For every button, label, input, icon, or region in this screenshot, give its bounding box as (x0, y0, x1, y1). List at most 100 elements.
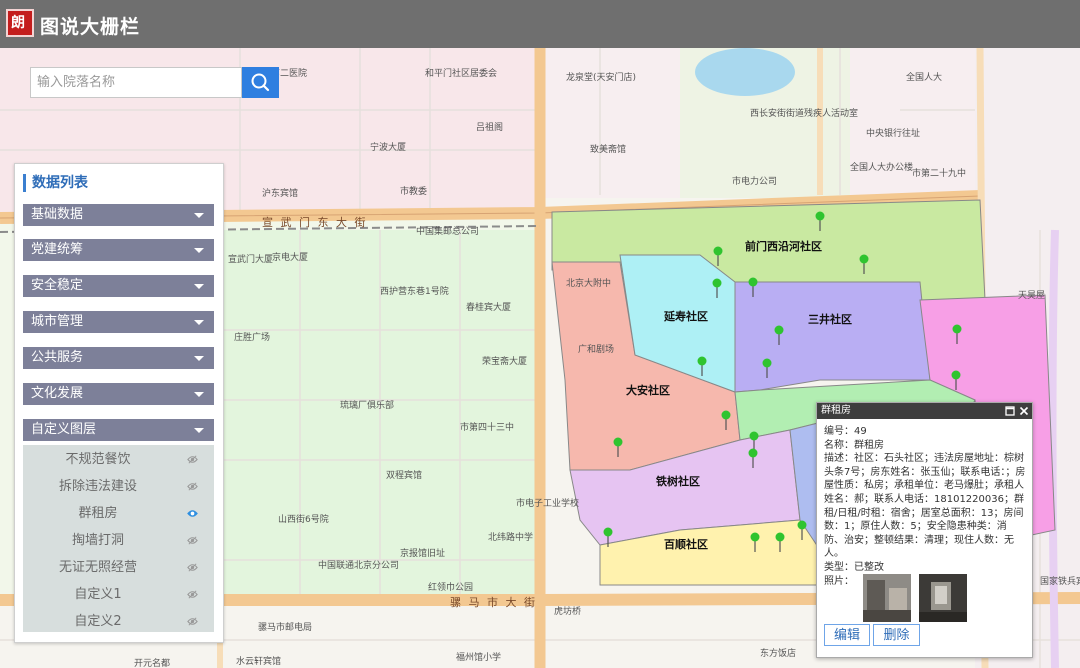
eye-icon[interactable] (187, 535, 198, 546)
poi-label: 广和剧场 (578, 345, 615, 355)
poi-label: 市电子工业学校 (516, 499, 580, 509)
map-pin-icon[interactable] (750, 532, 760, 552)
map-pin-icon[interactable] (815, 211, 825, 231)
poi-label: 红领巾公园 (428, 583, 474, 593)
poi-label: 沪东宾馆 (262, 189, 299, 199)
chevron-down-icon (194, 428, 204, 433)
photo-thumbnail[interactable] (863, 574, 911, 622)
poi-label: 全国人大办公楼 (850, 163, 914, 173)
eye-icon[interactable] (187, 616, 198, 627)
poi-label: 和平门社区居委会 (425, 69, 498, 79)
layer-label: 群租房 (78, 506, 118, 521)
category-city-management[interactable]: 城市管理 (23, 311, 214, 333)
map-pin-icon[interactable] (748, 277, 758, 297)
close-icon[interactable] (1019, 406, 1029, 416)
eye-icon[interactable] (187, 454, 198, 465)
community-label[interactable]: 大安社区 (626, 382, 670, 398)
category-public-service[interactable]: 公共服务 (23, 347, 214, 369)
search-button[interactable] (242, 67, 279, 98)
poi-label: 山西街6号院 (278, 515, 329, 525)
category-custom-layers[interactable]: 自定义图层 (23, 419, 214, 441)
poi-label: 中央银行往址 (866, 129, 921, 139)
search-box (30, 67, 243, 98)
map-pin-icon[interactable] (748, 448, 758, 468)
map-pin-icon[interactable] (603, 527, 613, 547)
category-label: 基础数据 (31, 207, 84, 222)
layer-label: 拆除违法建设 (58, 479, 137, 494)
data-list-panel: 数据列表 基础数据 党建统筹 安全稳定 城市管理 公共服务 文化发展 自定义图层… (14, 163, 224, 643)
chevron-down-icon (194, 284, 204, 289)
map-pin-icon[interactable] (774, 325, 784, 345)
map-pin-icon[interactable] (952, 324, 962, 344)
map-pin-icon[interactable] (951, 370, 961, 390)
layer-item[interactable]: 自定义1 (23, 581, 214, 608)
map-pin-icon[interactable] (797, 520, 807, 540)
eye-icon[interactable] (187, 562, 198, 573)
app-logo: 朗 (6, 9, 34, 37)
layer-item[interactable]: 拆除违法建设 (23, 473, 214, 500)
poi-label: 市教委 (400, 187, 428, 197)
poi-label: 龙泉堂(天安门店) (566, 73, 637, 83)
layer-item[interactable]: 无证无照经营 (23, 554, 214, 581)
category-culture-development[interactable]: 文化发展 (23, 383, 214, 405)
poi-label: 春桂宾大厦 (466, 303, 512, 313)
community-label[interactable]: 铁树社区 (656, 473, 700, 489)
layer-label: 自定义1 (74, 587, 122, 602)
community-label[interactable]: 延寿社区 (664, 308, 708, 324)
layer-item[interactable]: 掏墙打洞 (23, 527, 214, 554)
poi-label: 北京大附中 (566, 279, 612, 289)
category-label: 公共服务 (31, 350, 84, 365)
community-label[interactable]: 前门西沿河社区 (745, 238, 822, 254)
poi-label: 西长安街街道残疾人活动室 (750, 109, 859, 119)
search-icon (251, 73, 270, 92)
delete-button[interactable]: 删除 (873, 624, 920, 646)
popup-title: 群租房 (821, 405, 851, 416)
community-label[interactable]: 百顺社区 (664, 536, 708, 552)
maximize-icon[interactable] (1005, 406, 1015, 416)
poi-label: 双程宾馆 (386, 471, 423, 481)
poi-label: 庄胜广场 (234, 333, 271, 343)
poi-label: 市第二十九中 (912, 169, 967, 179)
category-safety-stability[interactable]: 安全稳定 (23, 275, 214, 297)
poi-label: 全国人大 (906, 73, 943, 83)
map-pin-icon[interactable] (697, 356, 707, 376)
layer-item[interactable]: 自定义2 (23, 608, 214, 635)
poi-label: 致美斋馆 (590, 145, 627, 155)
map-pin-icon[interactable] (721, 410, 731, 430)
poi-label: 京电大厦 (272, 253, 309, 263)
layer-item[interactable]: 不规范餐饮 (23, 446, 214, 473)
panel-title: 数据列表 (23, 174, 88, 192)
category-basic-data[interactable]: 基础数据 (23, 204, 214, 226)
poi-label: 虎坊桥 (554, 607, 582, 617)
chevron-down-icon (194, 320, 204, 325)
category-label: 自定义图层 (31, 422, 97, 437)
map-pin-icon[interactable] (762, 358, 772, 378)
poi-label: 骡马市邮电局 (258, 623, 313, 633)
popup-body: 编号：49 名称：群租房 描述：社区：石头社区；违法房屋地址：棕树头条7号；房东… (824, 425, 1026, 588)
map-pin-icon[interactable] (613, 437, 623, 457)
eye-icon[interactable] (187, 481, 198, 492)
map-pin-icon[interactable] (775, 532, 785, 552)
map-pin-icon[interactable] (712, 278, 722, 298)
poi-label: 中国联通北京分公司 (318, 561, 400, 571)
eye-icon[interactable] (187, 508, 198, 519)
poi-label: 中国集邮总公司 (416, 227, 480, 237)
search-input[interactable] (31, 68, 243, 96)
street-label: 骡 马 市 大 街 (450, 596, 537, 609)
poi-label: 宁波大厦 (370, 143, 407, 153)
eye-icon[interactable] (187, 589, 198, 600)
field-name: 名称：群租房 (824, 439, 884, 451)
map-pin-icon[interactable] (713, 246, 723, 266)
community-label[interactable]: 三井社区 (808, 311, 852, 327)
category-label: 安全稳定 (31, 278, 84, 293)
map-pin-icon[interactable] (859, 254, 869, 274)
poi-label: 国家铁兵宾馆 (1040, 577, 1080, 587)
photo-thumbnail[interactable] (919, 574, 967, 622)
poi-label: 琉璃厂俱乐部 (340, 401, 395, 411)
poi-label: 开元名都 (134, 659, 171, 668)
layer-item-active[interactable]: 群租房 (23, 500, 214, 527)
category-label: 党建统筹 (31, 242, 84, 257)
field-type: 类型：已整改 (824, 561, 884, 573)
category-party-building[interactable]: 党建统筹 (23, 239, 214, 261)
edit-button[interactable]: 编辑 (824, 624, 870, 646)
